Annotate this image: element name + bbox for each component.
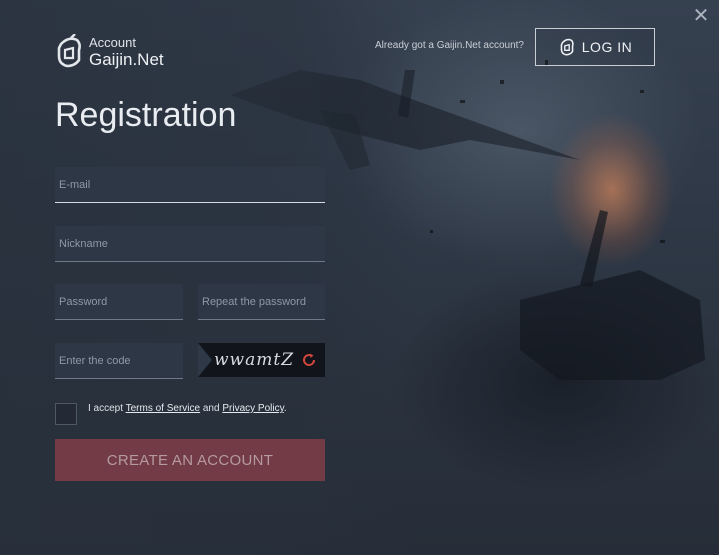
close-icon[interactable]: ✕ (691, 6, 711, 26)
accept-terms-checkbox[interactable] (55, 403, 77, 425)
login-label: LOG IN (581, 39, 633, 55)
captcha-text: wwamtZ (214, 350, 295, 370)
create-account-button[interactable]: CREATE AN ACCOUNT (55, 439, 325, 481)
brand-logo[interactable]: Account Gaijin.Net (55, 34, 164, 70)
terms-of-service-link[interactable]: Terms of Service (126, 403, 200, 414)
accept-suffix: . (283, 403, 287, 414)
accept-and: and (200, 403, 223, 414)
captcha-notch (198, 343, 212, 377)
email-field[interactable] (55, 167, 325, 203)
brand-name: Gaijin.Net (89, 50, 164, 69)
page-title: Registration (55, 96, 237, 134)
gaijin-logo-icon (560, 38, 574, 56)
already-account-text: Already got a Gaijin.Net account? (375, 40, 524, 51)
nickname-field[interactable] (55, 226, 325, 262)
repeat-password-field[interactable] (198, 284, 325, 320)
password-field[interactable] (55, 284, 183, 320)
accept-prefix: I accept (88, 403, 126, 414)
captcha-code-field[interactable] (55, 343, 183, 379)
captcha-image: wwamtZ (198, 343, 325, 377)
privacy-policy-link[interactable]: Privacy Policy (222, 403, 284, 414)
login-button[interactable]: LOG IN (535, 28, 655, 66)
gaijin-logo-icon (57, 34, 81, 68)
refresh-icon[interactable] (301, 352, 317, 368)
brand-subtitle: Account (89, 35, 136, 50)
accept-terms-text: I accept Terms of Service and Privacy Po… (88, 403, 287, 414)
